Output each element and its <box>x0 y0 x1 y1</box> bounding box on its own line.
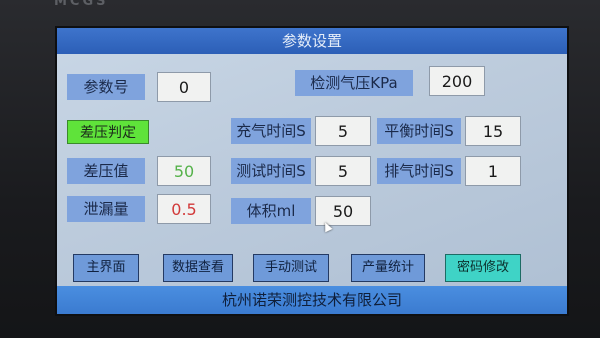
main-screen-button[interactable]: 主界面 <box>73 254 139 282</box>
balance-time-field[interactable]: 15 <box>465 116 521 146</box>
test-pressure-label: 检测气压KPa <box>295 70 413 96</box>
diff-value-field[interactable]: 50 <box>157 156 211 186</box>
fill-time-field[interactable]: 5 <box>315 116 371 146</box>
volume-field[interactable]: 50 <box>315 196 371 226</box>
exhaust-time-label: 排气时间S <box>377 158 461 184</box>
diff-judge-button[interactable]: 差压判定 <box>67 120 149 144</box>
test-pressure-field[interactable]: 200 <box>429 66 485 96</box>
balance-time-label: 平衡时间S <box>377 118 461 144</box>
production-stats-button[interactable]: 产量统计 <box>351 254 425 282</box>
test-time-label: 测试时间S <box>231 158 311 184</box>
fill-time-label: 充气时间S <box>231 118 311 144</box>
brand-logo: MCGS <box>54 0 109 9</box>
param-no-label: 参数号 <box>67 74 145 100</box>
volume-label: 体积ml <box>231 198 311 224</box>
hmi-screen: 参数设置 参数号 0 差压判定 差压值 50 泄漏量 0.5 检测气压KPa 2… <box>57 28 567 314</box>
password-change-button[interactable]: 密码修改 <box>445 254 521 282</box>
company-footer: 杭州诺荣测控技术有限公司 <box>57 286 567 314</box>
page-title: 参数设置 <box>57 28 567 54</box>
data-view-button[interactable]: 数据查看 <box>163 254 233 282</box>
leak-amount-field[interactable]: 0.5 <box>157 194 211 224</box>
manual-test-button[interactable]: 手动测试 <box>253 254 329 282</box>
test-time-field[interactable]: 5 <box>315 156 371 186</box>
exhaust-time-field[interactable]: 1 <box>465 156 521 186</box>
leak-amount-label: 泄漏量 <box>67 196 145 222</box>
param-no-field[interactable]: 0 <box>157 72 211 102</box>
diff-value-label: 差压值 <box>67 158 145 184</box>
